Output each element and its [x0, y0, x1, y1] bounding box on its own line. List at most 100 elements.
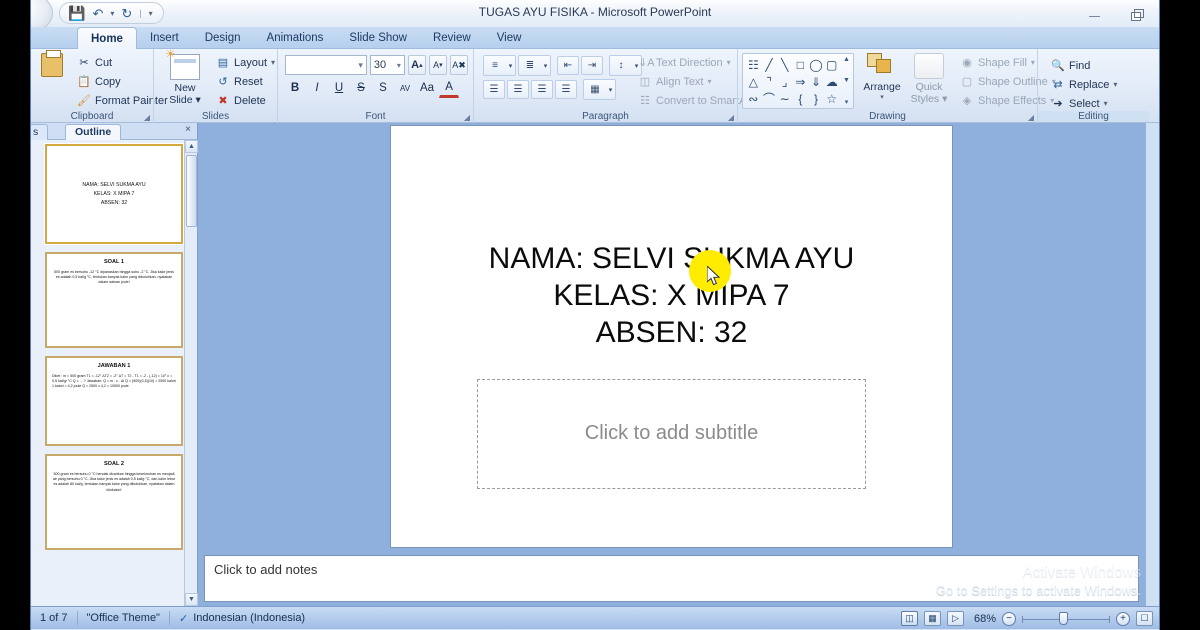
reset-button[interactable]: ↺ Reset [212, 72, 279, 91]
slide-sorter-view-button[interactable]: ▦ [923, 611, 941, 626]
slide-title-placeholder[interactable]: NAMA: SELVI SUKMA AYU KELAS: X MIPA 7 AB… [439, 240, 904, 351]
elbow-arrow-icon[interactable]: ⌟ [777, 73, 792, 90]
shape-fill-caret-icon[interactable]: ▾ [1031, 58, 1035, 67]
replace-caret-icon[interactable]: ▾ [1113, 80, 1117, 89]
ribbon-tab-animations[interactable]: Animations [254, 27, 337, 49]
underline-button[interactable]: U [329, 78, 349, 98]
ribbon-tab-slide-show[interactable]: Slide Show [336, 27, 420, 49]
strikethrough-button[interactable]: S [351, 78, 371, 98]
select-caret-icon[interactable]: ▾ [1104, 99, 1108, 108]
line-spacing-button[interactable]: ↕ [610, 56, 632, 75]
arc-shape-icon[interactable]: ⌒ [762, 90, 777, 107]
freeform-shape-icon[interactable]: ∾ [746, 90, 761, 107]
bold-button[interactable]: B [285, 78, 305, 98]
normal-view-button[interactable]: ◫ [900, 611, 918, 626]
fit-slide-to-window-button[interactable]: ☐ [1136, 611, 1153, 626]
minimize-button[interactable] [1073, 4, 1115, 24]
bullets-button[interactable]: ≡ [484, 56, 506, 75]
arrow-shape-icon[interactable]: ╲ [777, 56, 792, 73]
align-right-button[interactable]: ☰ [531, 80, 553, 99]
slide-counter[interactable]: 1 of 7 [31, 607, 77, 630]
drawing-dialog-launcher-icon[interactable]: ◢ [1028, 113, 1034, 122]
slide-thumbnail[interactable]: JAWABAN 1 Diket : m = 500 gram T1 = -12° … [45, 356, 183, 446]
numbering-button[interactable]: ≣ [519, 56, 541, 75]
shadow-button[interactable]: S [373, 78, 393, 98]
slide-show-view-button[interactable]: ▷ [946, 611, 964, 626]
cloud-shape-icon[interactable]: ☁ [824, 73, 839, 90]
justify-button[interactable]: ☰ [555, 80, 577, 99]
ribbon-tab-insert[interactable]: Insert [137, 27, 192, 49]
scroll-up-icon[interactable]: ▲ [185, 140, 198, 153]
shapes-gallery[interactable]: ☷ ╱ ╲ □ ◯ ▢ △ ⌝ ⌟ ⇒ ⇓ ☁ ∾ ⌒ ∼ {} ☆ ▲ ▼ … [742, 53, 854, 109]
zoom-level-label[interactable]: 68% [974, 613, 996, 625]
slide-thumbnail[interactable]: NAMA: SELVI SUKMA AYU KELAS: X MIPA 7 ABSE… [45, 144, 183, 244]
paste-button[interactable] [35, 50, 69, 103]
zoom-slider-handle[interactable] [1059, 612, 1068, 625]
align-left-button[interactable]: ☰ [483, 80, 505, 99]
replace-button[interactable]: ⇄ Replace ▾ [1047, 75, 1144, 94]
gallery-more-icon[interactable]: ▾ [845, 98, 849, 106]
grow-font-button[interactable]: A ▴ [407, 55, 426, 75]
align-text-caret-icon[interactable]: ▾ [708, 77, 712, 86]
new-slide-button[interactable]: New Slide ▾ [162, 48, 208, 106]
slide-subtitle-placeholder[interactable]: Click to add subtitle [477, 378, 866, 489]
arrange-button[interactable]: Arrange ▾ [860, 53, 904, 101]
ribbon-tab-view[interactable]: View [484, 27, 535, 49]
theme-name[interactable]: "Office Theme" [78, 607, 169, 630]
numbering-caret-icon[interactable]: ▾ [541, 56, 550, 75]
textbox-shape-icon[interactable]: ☷ [746, 56, 761, 73]
font-color-button[interactable]: A [439, 78, 460, 98]
ribbon-tab-review[interactable]: Review [420, 27, 484, 49]
left-brace-shape-icon[interactable]: { [793, 90, 808, 107]
columns-button[interactable]: ▦ [584, 80, 606, 99]
font-size-caret-icon[interactable]: ▾ [397, 61, 401, 70]
slide-thumbnail[interactable]: SOAL 2 500 gram es bersuhu 0 °C hendak di… [45, 454, 183, 550]
line-shape-icon[interactable]: ╱ [762, 56, 777, 73]
scroll-down-icon[interactable]: ▼ [185, 593, 198, 606]
increase-indent-button[interactable]: ⇥ [581, 56, 603, 75]
language-indicator[interactable]: ✓ Indonesian (Indonesia) [170, 607, 314, 630]
character-spacing-button[interactable]: AV [395, 78, 415, 98]
gallery-scroll-up-icon[interactable]: ▲ [843, 56, 850, 63]
shapes-gallery-scrollbar[interactable]: ▲ ▼ ▾ [841, 56, 852, 106]
current-slide[interactable]: NAMA: SELVI SUKMA AYU KELAS: X MIPA 7 AB… [390, 124, 953, 548]
right-brace-shape-icon[interactable]: } [809, 90, 824, 107]
columns-caret-icon[interactable]: ▾ [606, 80, 615, 99]
tab-slides[interactable]: s [31, 124, 49, 140]
elbow-connector-icon[interactable]: ⌝ [762, 73, 777, 90]
zoom-in-button[interactable]: + [1116, 611, 1130, 626]
ribbon-tab-home[interactable]: Home [77, 27, 137, 49]
restore-button[interactable] [1115, 4, 1157, 24]
oval-shape-icon[interactable]: ◯ [809, 56, 824, 73]
down-arrow-shape-icon[interactable]: ⇓ [809, 73, 824, 90]
text-direction-caret-icon[interactable]: ▾ [727, 58, 731, 67]
zoom-out-button[interactable]: − [1002, 611, 1016, 626]
arrange-caret-icon[interactable]: ▾ [860, 93, 904, 101]
slides-pane-scrollbar[interactable]: ▲ ▼ [184, 140, 198, 606]
shrink-font-button[interactable]: A ▾ [428, 55, 447, 75]
font-size-input[interactable]: 30 ▾ [369, 55, 405, 75]
clipboard-dialog-launcher-icon[interactable]: ◢ [144, 113, 150, 122]
scrollbar-thumb[interactable] [186, 155, 197, 227]
italic-button[interactable]: I [307, 78, 327, 98]
right-arrow-shape-icon[interactable]: ⇒ [793, 73, 808, 90]
slide-vertical-scrollbar[interactable] [1145, 123, 1159, 606]
font-name-input[interactable]: ▾ [285, 55, 367, 75]
font-name-caret-icon[interactable]: ▾ [358, 60, 363, 71]
new-slide-caret-icon[interactable]: ▾ [196, 94, 201, 106]
slide-thumbnail[interactable]: SOAL 1 500 gram es bersuhu -12 °C dipanas… [45, 252, 183, 348]
gallery-scroll-down-icon[interactable]: ▼ [843, 77, 850, 84]
decrease-indent-button[interactable]: ⇤ [557, 56, 579, 75]
change-case-button[interactable]: Aa [417, 78, 437, 98]
triangle-shape-icon[interactable]: △ [746, 73, 761, 90]
font-dialog-launcher-icon[interactable]: ◢ [464, 113, 470, 122]
find-button[interactable]: 🔍 Find [1047, 56, 1144, 75]
star-shape-icon[interactable]: ☆ [824, 90, 839, 107]
rectangle-shape-icon[interactable]: □ [793, 56, 808, 73]
paragraph-dialog-launcher-icon[interactable]: ◢ [728, 113, 734, 122]
zoom-slider[interactable] [1022, 612, 1110, 626]
align-center-button[interactable]: ☰ [507, 80, 529, 99]
tab-outline[interactable]: Outline [65, 124, 122, 140]
rounded-rect-shape-icon[interactable]: ▢ [824, 56, 839, 73]
clear-formatting-button[interactable]: A✖ [449, 55, 468, 75]
